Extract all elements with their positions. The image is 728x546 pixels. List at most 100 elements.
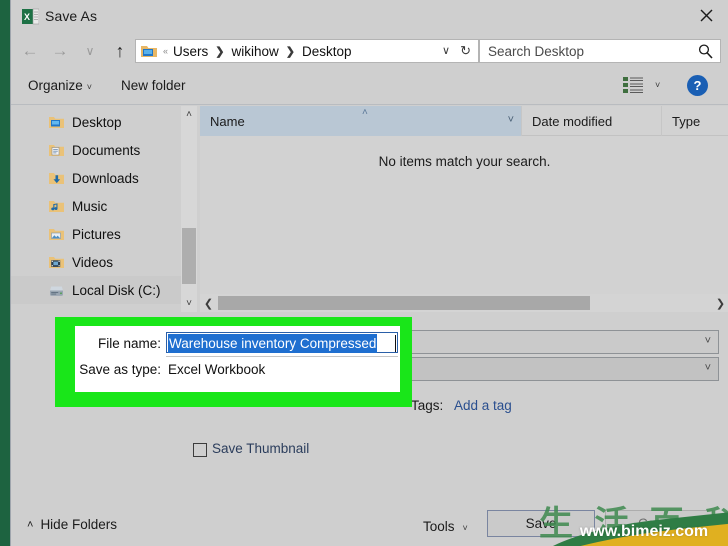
view-dropdown-icon[interactable]: ˅: [655, 80, 660, 90]
close-window-button[interactable]: [683, 0, 728, 31]
sidebar-item-label: Downloads: [72, 171, 139, 186]
search-box[interactable]: Search Desktop: [479, 39, 721, 63]
sidebar-item-pictures[interactable]: Pictures: [11, 220, 181, 248]
recent-locations-button[interactable]: ∨: [79, 41, 101, 61]
organize-button[interactable]: Organize ˅: [28, 78, 92, 93]
help-icon: ?: [694, 78, 702, 93]
empty-list-message: No items match your search.: [200, 154, 728, 169]
chevron-down-icon: ˅: [87, 82, 92, 92]
save-thumbnail-checkbox[interactable]: [193, 443, 207, 457]
chevron-right-icon[interactable]: ❯: [286, 45, 295, 58]
chevron-up-icon: ˄: [27, 519, 33, 531]
scrollbar-thumb[interactable]: [218, 296, 590, 310]
sidebar-item-label: Pictures: [72, 227, 121, 242]
watermark: 生 活 百 科 www.bimeiz.com: [533, 500, 728, 546]
scroll-down-button[interactable]: ˅: [181, 295, 197, 312]
arrow-left-icon: ←: [22, 41, 39, 61]
organize-label: Organize: [28, 78, 83, 93]
breadcrumb-overflow-icon[interactable]: «: [163, 46, 168, 56]
scroll-right-button[interactable]: ❯: [712, 294, 728, 312]
folder-documents-icon: [48, 143, 65, 158]
search-input[interactable]: Search Desktop: [488, 44, 584, 59]
file-list-horizontal-scrollbar[interactable]: ❮ ❯: [200, 294, 728, 312]
breadcrumb-wikihow[interactable]: wikihow: [232, 44, 279, 59]
column-header-date-modified[interactable]: Date modified: [522, 106, 662, 136]
title-bar: X Save As: [11, 0, 728, 34]
chevron-down-icon: ˅: [463, 523, 468, 533]
forward-button[interactable]: →: [49, 41, 71, 61]
view-list-icon: [623, 76, 644, 94]
help-button[interactable]: ?: [687, 75, 708, 96]
sidebar-item-desktop[interactable]: Desktop: [11, 108, 181, 136]
tags-label: Tags:: [411, 398, 443, 413]
column-header-name[interactable]: Name ˄ ˅: [200, 106, 522, 136]
chevron-down-icon[interactable]: ˅: [705, 335, 711, 347]
address-dropdown-icon[interactable]: ∨: [442, 44, 450, 57]
chevron-down-icon[interactable]: ˅: [705, 362, 711, 374]
text-cursor: [395, 335, 396, 352]
save-as-type-label: Save as type:: [77, 362, 161, 377]
search-icon: [697, 43, 714, 65]
hide-folders-label: Hide Folders: [40, 517, 117, 532]
file-name-value: Warehouse inventory Compressed: [168, 334, 377, 353]
scrollbar-thumb[interactable]: [182, 228, 196, 284]
chevron-down-icon: ˅: [186, 298, 192, 309]
excel-app-accent-strip: [0, 0, 10, 546]
folder-downloads-icon: [48, 171, 65, 186]
file-list-pane[interactable]: Name ˄ ˅ Date modified Type No items mat…: [200, 106, 728, 312]
sidebar-item-label: Music: [72, 199, 107, 214]
breadcrumb-desktop[interactable]: Desktop: [302, 44, 352, 59]
column-header-type[interactable]: Type: [662, 106, 728, 136]
sidebar-item-downloads[interactable]: Downloads: [11, 164, 181, 192]
hide-folders-button[interactable]: ˄ Hide Folders: [27, 517, 117, 532]
excel-icon: X: [22, 8, 39, 25]
arrow-up-icon: ↑: [116, 41, 125, 62]
sidebar-item-label: Desktop: [72, 115, 122, 130]
navigation-pane-scrollbar[interactable]: ˄ ˅: [181, 106, 197, 312]
chevron-right-icon[interactable]: ❯: [215, 45, 224, 58]
file-name-label: File name:: [88, 336, 161, 351]
scroll-up-button[interactable]: ˄: [181, 106, 197, 123]
address-bar[interactable]: « Users ❯ wikihow ❯ Desktop ∨ ↻: [135, 39, 479, 63]
navigation-bar: ← → ∨ ↑ « Users ❯ wikihow ❯ Desktop: [11, 34, 728, 68]
sidebar-item-label: Videos: [72, 255, 113, 270]
chevron-right-icon: ❯: [716, 297, 725, 310]
folder-pictures-icon: [48, 227, 65, 242]
sidebar-item-documents[interactable]: Documents: [11, 136, 181, 164]
tools-label: Tools: [423, 519, 455, 534]
arrow-right-icon: →: [52, 41, 69, 61]
watermark-url: www.bimeiz.com: [549, 523, 728, 541]
tools-button[interactable]: Tools ˅: [423, 519, 468, 534]
svg-text:X: X: [24, 12, 30, 22]
folder-videos-icon: [48, 255, 65, 270]
save-as-type-text: Excel Workbook: [168, 362, 265, 377]
refresh-icon[interactable]: ↻: [460, 43, 471, 59]
sidebar-item-label: Documents: [72, 143, 140, 158]
back-button[interactable]: ←: [19, 41, 41, 61]
save-as-dialog: X Save As ← → ∨ ↑: [10, 0, 728, 546]
sidebar-item-videos[interactable]: Videos: [11, 248, 181, 276]
field-divider: [166, 356, 398, 357]
navigation-pane: Desktop Documents Downloa: [11, 106, 196, 312]
up-one-level-button[interactable]: ↑: [109, 41, 131, 61]
sidebar-item-local-disk-c[interactable]: Local Disk (C:): [11, 276, 181, 304]
chevron-down-icon[interactable]: ˅: [508, 114, 514, 126]
chevron-down-icon: ∨: [86, 44, 95, 58]
sort-ascending-icon: ˄: [362, 107, 368, 118]
save-thumbnail-label[interactable]: Save Thumbnail: [212, 441, 309, 456]
sidebar-item-music[interactable]: Music: [11, 192, 181, 220]
save-as-type-value[interactable]: Excel Workbook: [166, 359, 398, 380]
folder-icon: [140, 44, 158, 59]
folder-desktop-icon: [48, 115, 65, 130]
sidebar-item-label: Local Disk (C:): [72, 283, 161, 298]
add-a-tag-link[interactable]: Add a tag: [454, 398, 512, 413]
scroll-left-button[interactable]: ❮: [200, 294, 217, 312]
view-layout-button[interactable]: [623, 76, 644, 99]
file-name-input[interactable]: Warehouse inventory Compressed: [166, 332, 398, 353]
hard-drive-icon: [48, 283, 65, 298]
close-icon: [700, 9, 713, 22]
column-label: Date modified: [532, 114, 612, 129]
breadcrumb-users[interactable]: Users: [173, 44, 208, 59]
new-folder-button[interactable]: New folder: [121, 78, 186, 93]
window-title: Save As: [45, 8, 97, 24]
